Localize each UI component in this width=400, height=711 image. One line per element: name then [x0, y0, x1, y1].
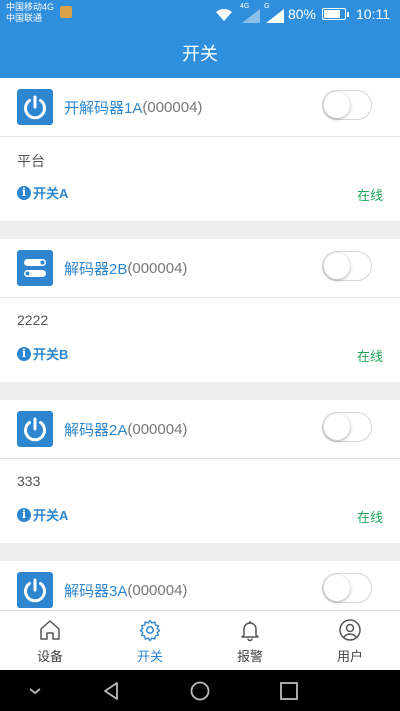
tab-label: 设备 [36, 648, 63, 664]
device-name: 解码器2A [64, 421, 128, 439]
tab-bar: 设备 开关 报警 用户 [0, 610, 400, 671]
bell-icon [241, 620, 259, 641]
device-name: 开解码器1A [64, 99, 143, 117]
power-icon [17, 572, 53, 608]
user-icon [339, 618, 361, 641]
device-title: 解码器2B (000004) [64, 239, 187, 297]
info-icon: i [17, 185, 31, 200]
platform-label: 2222 [17, 312, 49, 328]
toggle-knob [324, 92, 350, 118]
device-card-header[interactable]: 开解码器1A (000004) [0, 78, 400, 137]
switch-name: 开关B [33, 347, 69, 362]
switch-info[interactable]: i 开关A [17, 183, 68, 202]
device-card-body: 2222 i 开关B 在线 [0, 298, 400, 382]
tab-switches[interactable]: 开关 [100, 611, 200, 671]
device-card: 解码器2B (000004) 2222 i 开关B 在线 [0, 239, 400, 382]
device-code: (000004) [142, 98, 203, 116]
device-card-header[interactable]: 解码器2B (000004) [0, 239, 400, 298]
carrier-info: 中国移动4G 中国联通 [6, 2, 54, 24]
home-button-icon[interactable] [189, 680, 211, 702]
device-toggle[interactable] [322, 573, 372, 603]
battery-percent: 80% [287, 6, 316, 22]
signal-icon [241, 9, 260, 23]
switch-name: 开关A [33, 186, 69, 201]
device-name: 解码器3A [64, 582, 128, 600]
power-icon [17, 411, 53, 447]
platform-label: 平台 [17, 153, 45, 169]
battery-icon [322, 8, 349, 20]
device-toggle[interactable] [322, 90, 372, 120]
carrier-2: 中国联通 [6, 13, 43, 23]
device-card-body: 333 i 开关A 在线 [0, 459, 400, 543]
tab-user[interactable]: 用户 [300, 611, 400, 671]
signal-icon [265, 9, 284, 23]
carrier-1: 中国移动4G [6, 2, 55, 12]
toggle-knob [324, 414, 350, 440]
toggle-knob [324, 575, 350, 601]
device-card-header[interactable]: 解码器2A (000004) [0, 400, 400, 459]
device-code: (000004) [127, 420, 188, 438]
device-card: 解码器3A (000004) [0, 561, 400, 610]
tab-label: 开关 [136, 648, 163, 664]
gear-icon [139, 619, 161, 641]
info-icon: i [17, 346, 31, 361]
status-badge: 在线 [356, 349, 383, 364]
status-badge: 在线 [356, 188, 383, 203]
switch-info[interactable]: i 开关B [17, 344, 68, 363]
toggle-knob [324, 253, 350, 279]
signal-2: G [264, 3, 284, 23]
device-card-body: 平台 i 开关A 在线 [0, 137, 400, 221]
device-code: (000004) [127, 581, 188, 599]
clock: 10:11 [356, 6, 390, 22]
status-badge: 在线 [356, 510, 383, 525]
system-nav-bar [0, 670, 400, 711]
device-toggle[interactable] [322, 412, 372, 442]
wifi-icon [215, 8, 232, 21]
device-card: 解码器2A (000004) 333 i 开关A 在线 [0, 400, 400, 543]
status-indicators: 4G G 80% 10:11 [214, 3, 390, 23]
tab-label: 用户 [336, 648, 363, 664]
home-icon [40, 619, 60, 640]
switch-name: 开关A [33, 508, 69, 523]
device-title: 解码器2A (000004) [64, 400, 187, 458]
switch-info[interactable]: i 开关A [17, 505, 68, 524]
tab-alarms[interactable]: 报警 [200, 611, 300, 671]
power-icon [17, 89, 53, 125]
device-title: 开解码器1A (000004) [64, 78, 202, 136]
device-list[interactable]: 开解码器1A (000004) 平台 i 开关A 在线 解码器2B (00000… [0, 78, 400, 610]
status-bar: 中国移动4G 中国联通 4G G 80% 10:11 [0, 0, 400, 28]
device-code: (000004) [127, 259, 188, 277]
device-card: 开解码器1A (000004) 平台 i 开关A 在线 [0, 78, 400, 221]
tab-label: 报警 [236, 648, 263, 664]
tab-devices[interactable]: 设备 [0, 611, 100, 671]
toggle-switch-icon [17, 250, 53, 286]
device-card-header[interactable]: 解码器3A (000004) [0, 561, 400, 610]
info-icon: i [17, 507, 31, 522]
device-toggle[interactable] [322, 251, 372, 281]
chevron-down-icon[interactable] [24, 680, 46, 702]
back-icon[interactable] [100, 680, 122, 702]
title-bar: 开关 [0, 28, 400, 78]
notification-icon [60, 6, 72, 18]
device-name: 解码器2B [64, 260, 128, 278]
platform-label: 333 [17, 473, 41, 489]
page-title: 开关 [182, 44, 218, 64]
device-title: 解码器3A (000004) [64, 561, 187, 610]
signal-1: 4G [240, 3, 260, 23]
recent-apps-icon[interactable] [278, 680, 300, 702]
